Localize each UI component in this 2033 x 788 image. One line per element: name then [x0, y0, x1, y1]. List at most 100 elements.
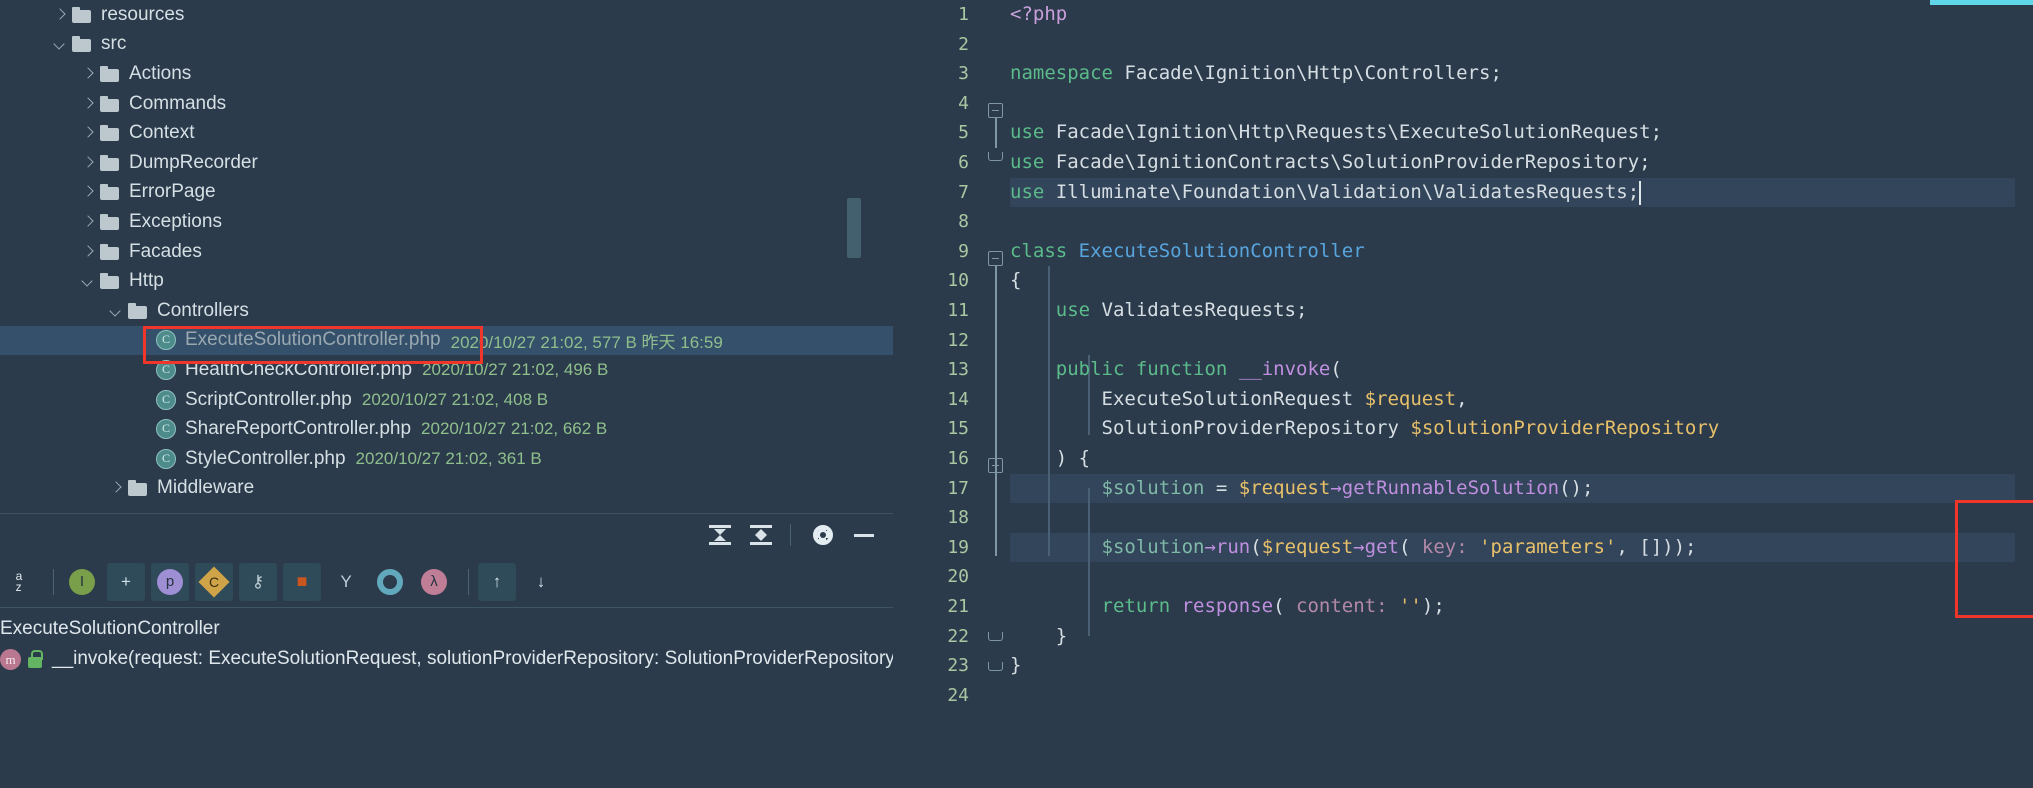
- new-file-icon[interactable]: +: [107, 562, 145, 601]
- line-number[interactable]: 12: [899, 326, 969, 356]
- chevron-down-icon[interactable]: [52, 36, 68, 52]
- line-number[interactable]: 14: [899, 385, 969, 415]
- key-icon[interactable]: ⚷: [239, 562, 277, 601]
- tree-node-exceptions[interactable]: Exceptions: [0, 207, 893, 237]
- chevron-down-icon[interactable]: [108, 303, 124, 319]
- structure-class-row[interactable]: ExecuteSolutionController: [0, 614, 893, 644]
- code-line[interactable]: ExecuteSolutionRequest $request,: [1010, 385, 1468, 415]
- tree-node-actions[interactable]: Actions: [0, 59, 893, 89]
- line-number[interactable]: 3: [899, 59, 969, 89]
- scroll-to-source-icon[interactable]: ↓: [522, 563, 560, 601]
- code-line[interactable]: }: [1010, 622, 1067, 652]
- chevron-right-icon[interactable]: [108, 480, 124, 496]
- editor-code[interactable]: <?php namespace Facade\Ignition\Http\Cont…: [1010, 0, 2033, 788]
- expand-all-button[interactable]: [703, 518, 737, 552]
- hierarchy-icon[interactable]: Y: [327, 563, 365, 601]
- hide-button[interactable]: [847, 518, 881, 552]
- line-number[interactable]: 8: [899, 207, 969, 237]
- code-line[interactable]: $solution = $request→getRunnableSolution…: [1010, 474, 1594, 504]
- editor-marker-bar[interactable]: [2015, 0, 2033, 788]
- line-number[interactable]: 15: [899, 414, 969, 444]
- line-number[interactable]: 2: [899, 30, 969, 60]
- tree-node-middleware[interactable]: Middleware: [0, 474, 893, 504]
- tree-node-dumprecorder[interactable]: DumpRecorder: [0, 148, 893, 178]
- chevron-right-icon[interactable]: [80, 155, 96, 171]
- line-number[interactable]: 10: [899, 266, 969, 296]
- chevron-right-icon[interactable]: [52, 7, 68, 23]
- code-line[interactable]: namespace Facade\Ignition\Http\Controlle…: [1010, 59, 1502, 89]
- chevron-right-icon[interactable]: [80, 125, 96, 141]
- tree-node-scriptcontroller-php[interactable]: C ScriptController.php 2020/10/27 21:02, 4…: [0, 385, 893, 415]
- code-line[interactable]: return response( content: '');: [1010, 592, 1445, 622]
- line-number[interactable]: 7: [899, 178, 969, 208]
- tree-node-http[interactable]: Http: [0, 266, 893, 296]
- code-editor[interactable]: 1 2 3 4 5 6 7 8 9 10 11 12 13 14 15 16 17 18 19 20 21 22 23 24 …: [897, 0, 2033, 788]
- project-tree[interactable]: resources src Actions Commands Context DumpRe…: [0, 0, 893, 513]
- line-number[interactable]: 4: [899, 89, 969, 119]
- line-number[interactable]: 21: [899, 592, 969, 622]
- code-line[interactable]: use Facade\Ignition\Http\Requests\Execut…: [1010, 118, 1662, 148]
- project-tree-scrollbar[interactable]: [847, 0, 877, 513]
- chevron-right-icon[interactable]: [80, 184, 96, 200]
- tree-node-errorpage[interactable]: ErrorPage: [0, 178, 893, 208]
- properties-icon[interactable]: p: [151, 562, 189, 601]
- tree-node-controllers[interactable]: Controllers: [0, 296, 893, 326]
- line-number[interactable]: 1: [899, 0, 969, 30]
- line-number[interactable]: 11: [899, 296, 969, 326]
- line-number[interactable]: 20: [899, 562, 969, 592]
- tree-node-stylecontroller-php[interactable]: C StyleController.php 2020/10/27 21:02, 36…: [0, 444, 893, 474]
- sort-alphabetically-icon[interactable]: a z: [0, 563, 38, 601]
- chevron-down-icon[interactable]: [80, 273, 96, 289]
- structure-view[interactable]: ExecuteSolutionController m __invoke(req…: [0, 608, 893, 788]
- chevron-right-icon[interactable]: [80, 214, 96, 230]
- tree-node-healthcheckcontroller-php[interactable]: C HealthCheckController.php 2020/10/27 21:…: [0, 355, 893, 385]
- tree-node-src[interactable]: src: [0, 30, 893, 60]
- editor-fold-strip[interactable]: [982, 0, 1010, 788]
- line-number[interactable]: 24: [899, 681, 969, 711]
- settings-button[interactable]: [806, 518, 840, 552]
- tree-node-resources[interactable]: resources: [0, 0, 893, 30]
- scroll-from-source-icon[interactable]: ↑: [478, 562, 516, 601]
- code-line[interactable]: use Facade\IgnitionContracts\SolutionPro…: [1010, 148, 1651, 178]
- chevron-right-icon[interactable]: [80, 244, 96, 260]
- chevron-right-icon[interactable]: [80, 96, 96, 112]
- collapse-all-button[interactable]: [744, 518, 778, 552]
- code-line[interactable]: }: [1010, 651, 1021, 681]
- code-line[interactable]: use ValidatesRequests;: [1010, 296, 1308, 326]
- constants-icon[interactable]: C: [195, 562, 233, 601]
- tree-node-sharereportcontroller-php[interactable]: C ShareReportController.php 2020/10/27 21:…: [0, 414, 893, 444]
- code-line[interactable]: public function __invoke(: [1010, 355, 1342, 385]
- lock-icon[interactable]: ■: [283, 562, 321, 601]
- code-line[interactable]: use Illuminate\Foundation\Validation\Val…: [1010, 178, 1639, 208]
- tree-node-executesolutioncontroller-php[interactable]: C ExecuteSolutionController.php 2020/10/27…: [0, 325, 893, 356]
- structure-member-row[interactable]: m __invoke(request: ExecuteSolutionReque…: [0, 644, 893, 674]
- line-number[interactable]: 13: [899, 355, 969, 385]
- line-number[interactable]: 6: [899, 148, 969, 178]
- code-line[interactable]: class ExecuteSolutionController: [1010, 237, 1365, 267]
- code-line[interactable]: ) {: [1010, 444, 1090, 474]
- line-number[interactable]: 18: [899, 503, 969, 533]
- line-number[interactable]: 17: [899, 474, 969, 504]
- tree-node-context[interactable]: Context: [0, 118, 893, 148]
- inheritance-icon[interactable]: I: [63, 563, 101, 601]
- line-number[interactable]: 19: [899, 533, 969, 563]
- line-number[interactable]: 23: [899, 651, 969, 681]
- chevron-right-icon[interactable]: [80, 66, 96, 82]
- lambda-icon[interactable]: λ: [415, 563, 453, 601]
- tree-node-facades[interactable]: Facades: [0, 237, 893, 267]
- editor-gutter[interactable]: 1 2 3 4 5 6 7 8 9 10 11 12 13 14 15 16 17 18 19 20 21 22 23 24: [897, 0, 982, 788]
- fold-marker-line16[interactable]: [988, 458, 1003, 473]
- code-line[interactable]: $solution→run($request→get( key: 'parame…: [1010, 533, 1697, 563]
- line-number[interactable]: 9: [899, 237, 969, 267]
- line-number[interactable]: 5: [899, 118, 969, 148]
- code-line[interactable]: <?php: [1010, 0, 1067, 30]
- tree-node-commands[interactable]: Commands: [0, 89, 893, 119]
- fold-marker-line9[interactable]: [988, 251, 1003, 266]
- line-number[interactable]: 16: [899, 444, 969, 474]
- line-number[interactable]: 22: [899, 622, 969, 652]
- code-line[interactable]: SolutionProviderRepository $solutionProv…: [1010, 414, 1720, 444]
- project-tree-scrollbar-thumb[interactable]: [847, 198, 861, 258]
- code-line[interactable]: {: [1010, 266, 1021, 296]
- interface-icon[interactable]: [371, 563, 409, 601]
- fold-marker-line5[interactable]: [988, 103, 1003, 118]
